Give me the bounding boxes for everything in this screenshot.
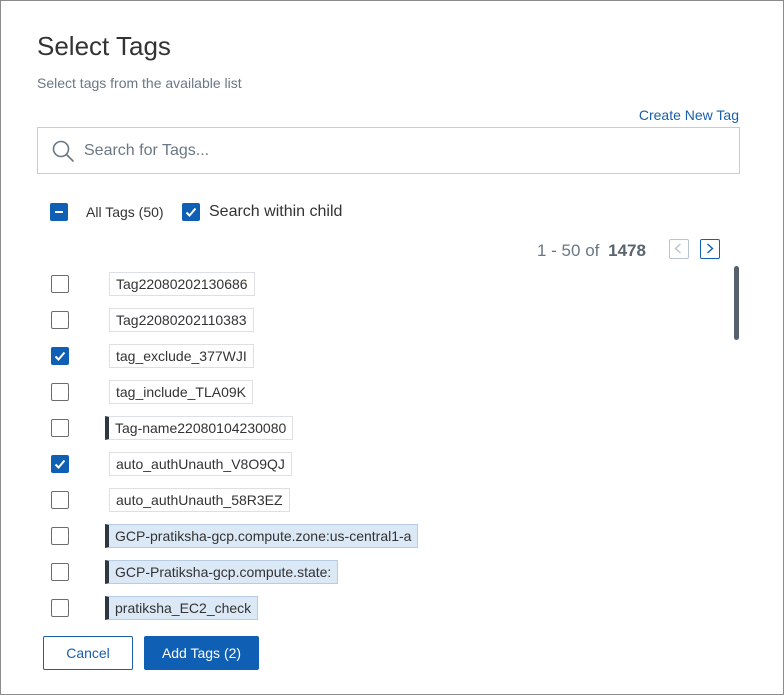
tag-checkbox[interactable] bbox=[51, 419, 69, 437]
search-within-child-checkbox[interactable] bbox=[182, 203, 200, 221]
tag-chip: Tag22080202110383 bbox=[109, 308, 254, 332]
tag-chip: Tag22080202130686 bbox=[109, 272, 255, 296]
search-within-child-label: Search within child bbox=[209, 203, 343, 220]
search-input[interactable] bbox=[84, 136, 724, 166]
checkmark-icon bbox=[54, 351, 66, 361]
chevron-left-icon bbox=[674, 243, 681, 254]
tag-checkbox[interactable] bbox=[51, 347, 69, 365]
tag-chip: GCP-Pratiksha-gcp.compute.state: bbox=[105, 560, 339, 584]
tag-chip: Tag-name22080104230080 bbox=[105, 416, 294, 440]
add-tags-button[interactable]: Add Tags (2) bbox=[144, 636, 259, 670]
tag-checkbox[interactable] bbox=[51, 563, 69, 581]
tag-chip: tag_include_TLA09K bbox=[109, 380, 253, 404]
tag-checkbox[interactable] bbox=[51, 599, 69, 617]
search-icon bbox=[52, 140, 74, 162]
tag-chip: auto_authUnauth_58R3EZ bbox=[109, 488, 290, 512]
all-tags-checkbox[interactable] bbox=[50, 203, 68, 221]
pagination-range: 1 - 50 of bbox=[537, 241, 600, 260]
create-new-tag-link[interactable]: Create New Tag bbox=[639, 107, 739, 123]
cancel-button[interactable]: Cancel bbox=[43, 636, 133, 670]
pagination-info: 1 - 50 of 1478 bbox=[537, 241, 646, 261]
select-tags-dialog: Select Tags Select tags from the availab… bbox=[0, 0, 784, 695]
dialog-title: Select Tags bbox=[37, 31, 171, 61]
tag-chip: pratiksha_EC2_check bbox=[105, 596, 259, 620]
list-scrollbar[interactable] bbox=[734, 266, 739, 340]
tag-checkbox[interactable] bbox=[51, 311, 69, 329]
tag-checkbox[interactable] bbox=[51, 455, 69, 473]
dialog-subtitle: Select tags from the available list bbox=[37, 75, 242, 91]
tag-checkbox[interactable] bbox=[51, 491, 69, 509]
chevron-right-icon bbox=[707, 243, 714, 254]
tag-chip: auto_authUnauth_V8O9QJ bbox=[109, 452, 292, 476]
search-box bbox=[37, 127, 740, 174]
checkmark-icon bbox=[185, 207, 197, 217]
prev-page-button[interactable] bbox=[669, 239, 689, 259]
minus-icon bbox=[55, 211, 63, 213]
next-page-button[interactable] bbox=[700, 239, 720, 259]
pagination-total: 1478 bbox=[608, 241, 646, 260]
tag-checkbox[interactable] bbox=[51, 275, 69, 293]
tag-chip: tag_exclude_377WJI bbox=[109, 344, 254, 368]
checkmark-icon bbox=[54, 459, 66, 469]
tag-checkbox[interactable] bbox=[51, 527, 69, 545]
tag-chip: GCP-pratiksha-gcp.compute.zone:us-centra… bbox=[105, 524, 419, 548]
all-tags-label: All Tags (50) bbox=[86, 204, 164, 220]
tag-checkbox[interactable] bbox=[51, 383, 69, 401]
